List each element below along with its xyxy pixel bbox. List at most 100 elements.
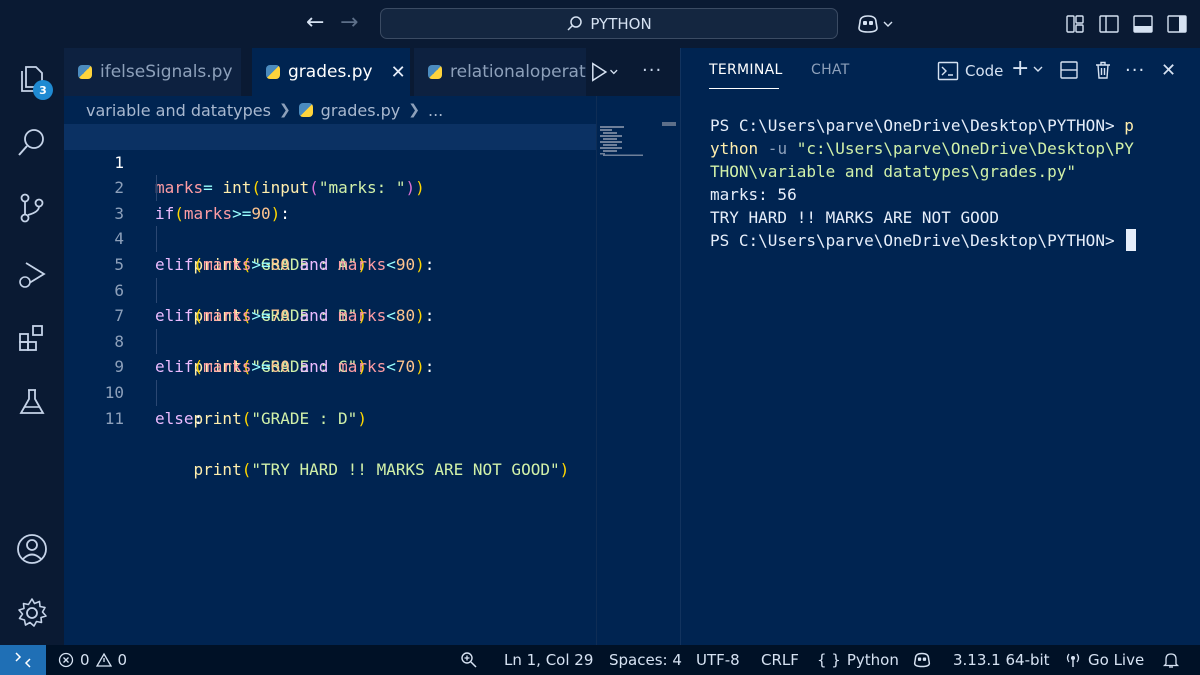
terminal-line: PS C:\Users\parve\OneDrive\Desktop\PYTHO…: [710, 116, 1134, 135]
encoding[interactable]: UTF-8: [696, 645, 740, 675]
terminal-output[interactable]: PS C:\Users\parve\OneDrive\Desktop\PYTHO…: [710, 114, 1180, 252]
terminal-line: THON\variable and datatypes\grades.py": [710, 162, 1077, 181]
terminal-line: ython -u "c:\Users\parve\OneDrive\Deskto…: [710, 139, 1134, 158]
search-icon: [18, 129, 44, 156]
editor-group: ifelseSignals.py grades.py ✕ relationalo…: [64, 48, 680, 645]
tab-relationaloperators[interactable]: relationaloperato: [414, 48, 586, 96]
breadcrumb-folder[interactable]: variable and datatypes: [86, 101, 271, 120]
problems-indicator[interactable]: 0 0: [58, 645, 127, 675]
terminal-line: PS C:\Users\parve\OneDrive\Desktop\PYTHO…: [710, 229, 1180, 252]
tab-label: ifelseSignals.py: [100, 62, 233, 82]
code-line: 3 print("GRADE : A"): [64, 175, 596, 274]
line-ending[interactable]: CRLF: [761, 645, 799, 675]
more-actions-icon[interactable]: ···: [1125, 60, 1145, 81]
python-file-icon: [428, 65, 442, 79]
extensions-icon: [19, 325, 43, 351]
split-terminal-icon[interactable]: [1059, 60, 1079, 80]
new-terminal-icon[interactable]: +: [1011, 56, 1029, 81]
python-file-icon: [78, 65, 92, 79]
code-line: 4 elif(marks>=80 and marks<90):: [64, 201, 596, 274]
toggle-secondary-sidebar-icon[interactable]: [1166, 13, 1188, 35]
extensions-button[interactable]: [14, 320, 50, 356]
language-mode[interactable]: { } Python: [817, 645, 899, 675]
bell-icon: [1162, 653, 1180, 668]
close-icon[interactable]: ✕: [1161, 60, 1176, 81]
status-bar: 0 0 Ln 1, Col 29 Spaces: 4 UTF-8 CRLF { …: [0, 645, 1200, 675]
zoom-icon: [461, 652, 477, 668]
command-center-label: PYTHON: [590, 14, 652, 33]
terminal-icon: [937, 61, 959, 81]
code-editor[interactable]: 1 marks= int(input("marks: ")) 2 if(mark…: [64, 124, 596, 479]
copilot-status[interactable]: [912, 645, 932, 675]
tab-ifelsesignals[interactable]: ifelseSignals.py: [64, 48, 242, 96]
language-label: Python: [846, 651, 899, 669]
chevron-down-icon: [883, 21, 893, 27]
tab-grades[interactable]: grades.py ✕: [252, 48, 410, 96]
editor-tabs: ifelseSignals.py grades.py ✕ relationalo…: [64, 48, 680, 96]
warning-icon: [95, 652, 112, 667]
chevron-right-icon: ❯: [408, 102, 420, 118]
breadcrumb-more[interactable]: ...: [428, 101, 443, 120]
indentation[interactable]: Spaces: 4: [609, 645, 682, 675]
go-live-button[interactable]: Go Live: [1064, 645, 1144, 675]
indent-guide: [156, 226, 157, 252]
active-tab-indicator: [709, 88, 779, 89]
source-control-button[interactable]: [14, 190, 50, 226]
toggle-primary-sidebar-icon[interactable]: [1098, 13, 1120, 35]
code-line: 2 if(marks>=90):: [64, 150, 596, 223]
back-arrow-icon[interactable]: ←: [306, 9, 324, 37]
python-file-icon: [266, 65, 280, 79]
forward-arrow-icon[interactable]: →: [340, 9, 358, 37]
customize-layout-icon[interactable]: [1064, 13, 1086, 35]
error-icon: [58, 652, 74, 668]
account-icon: [17, 534, 47, 564]
run-python-file-button[interactable]: [590, 60, 618, 84]
line-number: 11: [104, 408, 124, 428]
broadcast-icon: [1066, 653, 1080, 667]
editor-scrollbar[interactable]: [662, 122, 676, 126]
chevron-down-icon: [610, 69, 618, 75]
accounts-button[interactable]: [14, 531, 50, 567]
terminal-selector[interactable]: Code: [937, 61, 1003, 81]
command-center-search[interactable]: PYTHON: [380, 8, 838, 39]
panel-header: TERMINAL CHAT Code + ··· ✕: [681, 48, 1200, 96]
terminal-cursor: [1126, 229, 1137, 251]
tab-label: grades.py: [288, 62, 373, 82]
tab-chat[interactable]: CHAT: [811, 62, 850, 78]
run-debug-button[interactable]: [14, 256, 50, 292]
indent-guide: [156, 379, 157, 406]
tab-label: relationaloperato: [450, 62, 586, 82]
code-line: 10 else:: [64, 354, 596, 428]
python-file-icon: [298, 103, 313, 117]
chevron-down-icon[interactable]: [1032, 64, 1044, 74]
code-line: 8 elif(marks>=60 and marks<70):: [64, 303, 596, 377]
search-icon: [567, 15, 583, 31]
code-line: 9 print("GRADE : D"): [64, 328, 596, 428]
play-icon: [592, 62, 608, 82]
tab-terminal[interactable]: TERMINAL: [709, 62, 783, 78]
close-icon[interactable]: ✕: [391, 62, 406, 83]
trash-icon[interactable]: [1093, 60, 1113, 80]
code-line: 11 print("TRY HARD !! MARKS ARE NOT GOOD…: [64, 379, 596, 479]
search-view-button[interactable]: [14, 124, 50, 160]
terminal-name: Code: [965, 62, 1004, 80]
minimap[interactable]: [600, 126, 656, 156]
toggle-panel-icon[interactable]: [1132, 13, 1154, 35]
testing-button[interactable]: [14, 384, 50, 420]
cursor-position[interactable]: Ln 1, Col 29: [504, 645, 593, 675]
copilot-menu-button[interactable]: [856, 12, 894, 36]
more-actions-icon[interactable]: ···: [642, 60, 662, 81]
zoom-button[interactable]: [460, 645, 478, 675]
notifications-button[interactable]: [1162, 645, 1180, 675]
manage-button[interactable]: [14, 595, 50, 631]
code-line: 7 print("GRADE : C"): [64, 277, 596, 376]
minimap-divider: [596, 96, 597, 645]
remote-indicator-button[interactable]: [0, 645, 46, 675]
indent-guide: [156, 277, 157, 304]
copilot-icon: [913, 652, 931, 668]
python-interpreter[interactable]: 3.13.1 64-bit: [953, 645, 1050, 675]
go-live-label: Go Live: [1088, 651, 1145, 669]
breadcrumb-file[interactable]: grades.py: [321, 101, 401, 120]
title-bar: ← → PYTHON: [0, 0, 1200, 48]
braces-icon: { }: [817, 651, 841, 669]
